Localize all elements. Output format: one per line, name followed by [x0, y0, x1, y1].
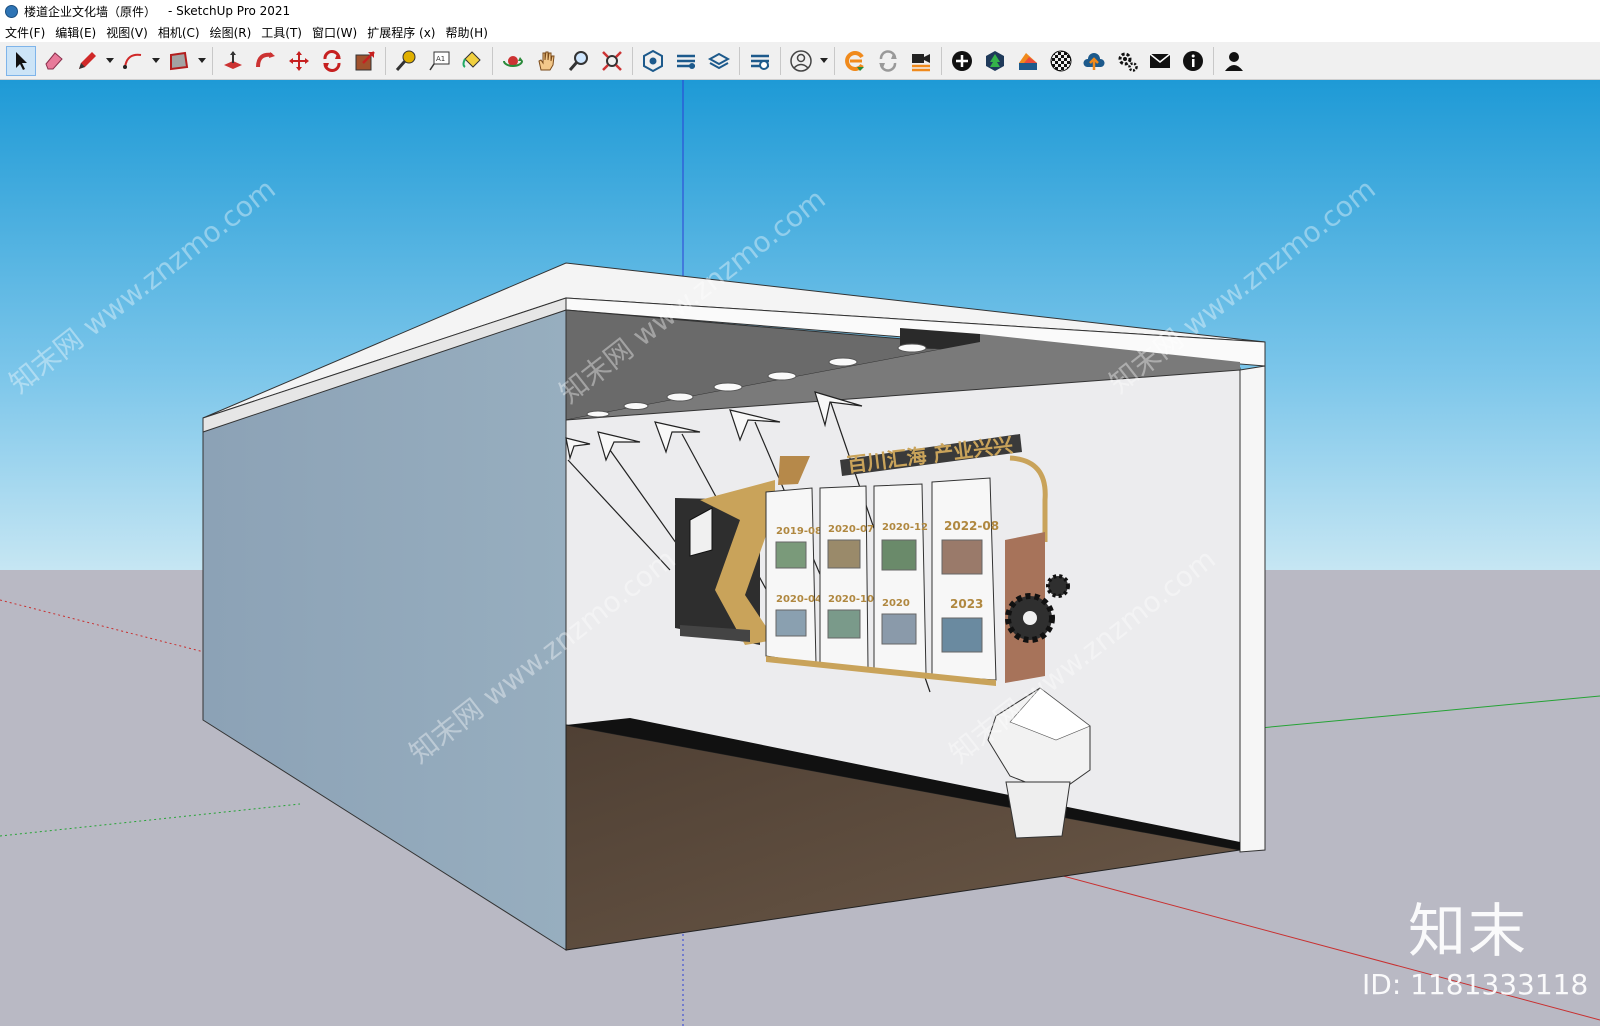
- toolbar-separator: [739, 46, 740, 75]
- gear-hub: [1023, 611, 1037, 625]
- extension-warehouse-icon[interactable]: [671, 46, 701, 76]
- panel-photo: [881, 539, 917, 571]
- model-viewport[interactable]: 百川汇海 产业兴兴 2019-08 2020-04 2020-07 2020-1…: [0, 80, 1600, 1026]
- move-icon[interactable]: [284, 46, 314, 76]
- title-bar: 楼道企业文化墙（原件） - SketchUp Pro 2021: [0, 0, 1600, 22]
- main-toolbar: A1: [0, 42, 1600, 80]
- pencil-icon[interactable]: [72, 46, 102, 76]
- ceiling-light: [713, 382, 743, 392]
- cloud-upload-icon[interactable]: [1079, 46, 1109, 76]
- app-name: - SketchUp Pro 2021: [168, 4, 291, 18]
- menu-draw[interactable]: 绘图(R): [205, 24, 257, 41]
- extension-manager-icon[interactable]: [745, 46, 775, 76]
- right-wall-edge: [1239, 365, 1266, 853]
- pencil-dropdown-icon[interactable]: [105, 46, 115, 76]
- panel-year-top: 2022-08: [944, 519, 999, 533]
- menu-view[interactable]: 视图(V): [101, 24, 153, 41]
- 3d-warehouse-icon[interactable]: [638, 46, 668, 76]
- tree-icon[interactable]: [980, 46, 1010, 76]
- ceiling-light: [666, 392, 694, 402]
- account-icon[interactable]: [1219, 46, 1249, 76]
- panel-year-bottom: 2023: [950, 597, 983, 611]
- rectangle-dropdown-icon[interactable]: [197, 46, 207, 76]
- ceiling-light: [767, 371, 797, 381]
- sketchup-app-icon: [5, 4, 18, 18]
- decor-pot: [1005, 781, 1071, 839]
- add-icon[interactable]: [947, 46, 977, 76]
- zoom-icon[interactable]: [564, 46, 594, 76]
- paint-bucket-icon[interactable]: [457, 46, 487, 76]
- rectangle-icon[interactable]: [164, 46, 194, 76]
- menu-edit[interactable]: 编辑(E): [50, 24, 101, 41]
- document-title: 楼道企业文化墙（原件）: [24, 4, 157, 19]
- push-pull-icon[interactable]: [218, 46, 248, 76]
- settings-icon[interactable]: [1112, 46, 1142, 76]
- menu-camera[interactable]: 相机(C): [153, 24, 205, 41]
- menu-extensions[interactable]: 扩展程序 (x): [362, 24, 440, 41]
- orbit-icon[interactable]: [498, 46, 528, 76]
- follow-me-icon[interactable]: [251, 46, 281, 76]
- user-dropdown-icon[interactable]: [819, 46, 829, 76]
- scale-icon[interactable]: [350, 46, 380, 76]
- small-gear-icon: [1046, 574, 1070, 598]
- toolbar-separator: [780, 46, 781, 75]
- panel-photo: [775, 609, 807, 637]
- ceiling-light: [623, 402, 649, 410]
- panel-photo: [941, 617, 983, 653]
- menu-bar: 文件(F) 编辑(E) 视图(V) 相机(C) 绘图(R) 工具(T) 窗口(W…: [0, 22, 1600, 42]
- camera-icon[interactable]: [906, 46, 936, 76]
- pan-icon[interactable]: [531, 46, 561, 76]
- toolbar-separator: [632, 46, 633, 75]
- timeline-panel[interactable]: 2020-12 2020: [873, 483, 928, 675]
- panel-board: [765, 487, 817, 665]
- zoom-extents-icon[interactable]: [597, 46, 627, 76]
- ceiling-light: [586, 410, 610, 418]
- checker-icon[interactable]: [1046, 46, 1076, 76]
- menu-help[interactable]: 帮助(H): [440, 24, 492, 41]
- watermark-brand: 知末: [1408, 897, 1529, 965]
- rotate-icon[interactable]: [317, 46, 347, 76]
- panel-year-top: 2020-07: [828, 524, 874, 535]
- render-icon[interactable]: [840, 46, 870, 76]
- panel-board: [873, 483, 927, 675]
- layout-icon[interactable]: [704, 46, 734, 76]
- toolbar-separator: [492, 46, 493, 75]
- panel-photo: [827, 609, 861, 639]
- timeline-panel[interactable]: 2020-07 2020-10: [819, 485, 874, 669]
- toolbar-separator: [385, 46, 386, 75]
- text-tool-label: A1: [436, 55, 445, 63]
- arc-icon[interactable]: [118, 46, 148, 76]
- panel-photo: [775, 541, 807, 569]
- toolbar-separator: [1213, 46, 1214, 75]
- panel-year-top: 2019-08: [776, 526, 822, 537]
- user-icon[interactable]: [786, 46, 816, 76]
- materials-icon[interactable]: [1013, 46, 1043, 76]
- ceiling-light: [897, 343, 927, 353]
- panel-year-bottom: 2020-10: [828, 594, 874, 605]
- panel-year-bottom: 2020-04: [776, 594, 822, 605]
- arc-dropdown-icon[interactable]: [151, 46, 161, 76]
- info-icon[interactable]: [1178, 46, 1208, 76]
- mail-icon[interactable]: [1145, 46, 1175, 76]
- panel-photo: [881, 613, 917, 645]
- tape-measure-icon[interactable]: [391, 46, 421, 76]
- menu-file[interactable]: 文件(F): [0, 24, 50, 41]
- panel-board: [819, 485, 869, 669]
- ceiling-light: [828, 357, 858, 367]
- panel-year-bottom: 2020: [882, 598, 910, 609]
- timeline-panel[interactable]: 2022-08 2023: [931, 477, 999, 681]
- toolbar-separator: [941, 46, 942, 75]
- menu-window[interactable]: 窗口(W): [307, 24, 362, 41]
- eraser-icon[interactable]: [39, 46, 69, 76]
- select-icon[interactable]: [6, 45, 36, 76]
- text-icon[interactable]: A1: [424, 46, 454, 76]
- menu-tools[interactable]: 工具(T): [256, 24, 307, 41]
- toolbar-separator: [212, 46, 213, 75]
- watermark-id: ID: 1181333118: [1362, 968, 1589, 1001]
- panel-photo: [941, 539, 983, 575]
- panel-year-top: 2020-12: [882, 522, 928, 533]
- panel-photo: [827, 539, 861, 569]
- toolbar-separator: [834, 46, 835, 75]
- sync-icon[interactable]: [873, 46, 903, 76]
